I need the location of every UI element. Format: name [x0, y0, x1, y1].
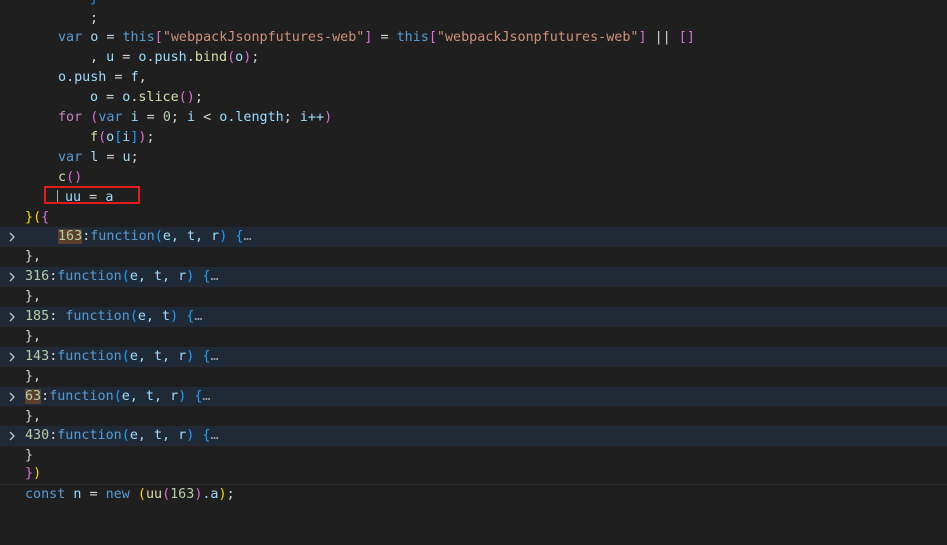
folded-function-430[interactable]: 430:function(e, t, r) {…: [0, 426, 947, 447]
folded-function-63[interactable]: 63:function(e, t, r) {…: [0, 386, 947, 407]
code-text: for (var i = 0; i < o.length; i++): [58, 110, 333, 125]
code-text: c(): [58, 169, 83, 185]
code-line: var l = u;: [0, 148, 947, 168]
code-line: }): [0, 464, 947, 484]
folded-function-143[interactable]: 143:function(e, t, r) {…: [0, 346, 947, 367]
chevron-right-icon[interactable]: [7, 267, 17, 287]
code-line: }({: [0, 208, 947, 228]
code-text: var o = this["webpackJsonpfutures-web"] …: [58, 30, 695, 46]
folded-function-185[interactable]: 185: function(e, t) {…: [0, 307, 947, 327]
chevron-right-icon[interactable]: [7, 307, 17, 327]
code-text: 316:function(e, t, r) {…: [25, 269, 219, 285]
code-text: 143:function(e, t, r) {…: [25, 348, 219, 364]
folded-function-316[interactable]: 316:function(e, t, r) {…: [0, 267, 947, 288]
code-line: c(): [0, 168, 947, 188]
code-line: const n = new (uu(163).a);: [0, 484, 947, 505]
code-line: },: [25, 408, 42, 424]
code-text: 163:function(e, t, r) {…: [58, 229, 252, 245]
code-text: o.push = f,: [58, 70, 147, 86]
code-line-highlighted[interactable]: uu = a: [0, 188, 947, 208]
code-line: },: [25, 368, 42, 384]
code-text: , u = o.push.bind(o);: [90, 50, 260, 66]
code-line: },: [25, 289, 42, 305]
chevron-right-icon[interactable]: [7, 426, 17, 446]
code-text: var l = u;: [58, 149, 139, 165]
code-line: ;: [0, 9, 947, 29]
code-line: o = o.slice();: [0, 88, 947, 108]
code-line: for (var i = 0; i < o.length; i++): [0, 108, 947, 128]
code-editor[interactable]: } ; var o = this["webpackJsonpfutures-we…: [0, 0, 947, 506]
chevron-right-icon[interactable]: [7, 227, 17, 247]
code-text: o = o.slice();: [90, 90, 203, 106]
code-line: var o = this["webpackJsonpfutures-web"] …: [0, 28, 947, 48]
code-line: },: [25, 249, 42, 265]
chevron-right-icon[interactable]: [7, 387, 17, 407]
code-text: }({: [25, 209, 50, 225]
code-text: ;: [90, 10, 99, 26]
code-line: o.push = f,: [0, 68, 947, 88]
code-text: }): [25, 466, 42, 481]
code-text: const n = new (uu(163).a);: [25, 487, 235, 502]
folded-function-163[interactable]: 163:function(e, t, r) {…: [0, 227, 947, 248]
code-text: 63:function(e, t, r) {…: [25, 388, 211, 404]
code-line: f(o[i]);: [0, 128, 947, 148]
code-line: , u = o.push.bind(o);: [0, 48, 947, 68]
code-text: 185: function(e, t) {…: [25, 309, 203, 324]
highlight-annotation-box: [44, 186, 140, 204]
code-text: 430:function(e, t, r) {…: [25, 428, 219, 444]
code-text: f(o[i]);: [90, 129, 155, 145]
code-line: },: [25, 328, 42, 344]
chevron-right-icon[interactable]: [7, 347, 17, 367]
